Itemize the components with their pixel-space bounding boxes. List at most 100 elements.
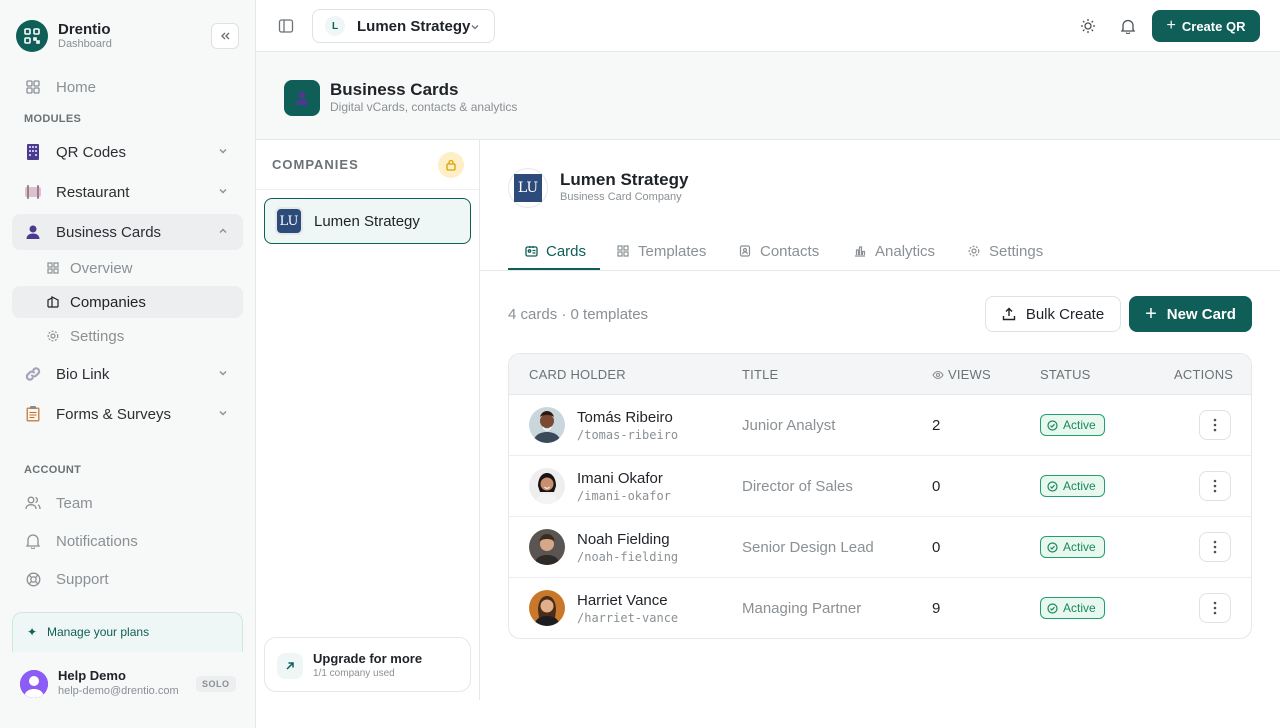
chevron-up-icon xyxy=(219,228,227,233)
card-holder-name[interactable]: Tomás Ribeiro xyxy=(577,409,673,426)
card-holder-slug: /tomas-ribeiro xyxy=(577,428,679,442)
card-title: Managing Partner xyxy=(742,600,862,617)
companies-label: COMPANIES xyxy=(272,157,359,172)
lifebuoy-icon xyxy=(24,570,42,588)
sidebar-item-forms-surveys[interactable]: Forms & Surveys xyxy=(12,396,243,432)
sidebar-subitem-settings[interactable]: Settings xyxy=(12,320,243,352)
modules-section-label: MODULES xyxy=(24,113,82,125)
card-holder-slug: /harriet-vance xyxy=(577,611,679,625)
company-title: Lumen Strategy xyxy=(560,170,689,189)
tab-cards[interactable]: Cards xyxy=(524,232,586,270)
status-badge: Active xyxy=(1040,536,1105,558)
user-email: help-demo@drentio.com xyxy=(58,685,179,697)
table-row[interactable]: Noah Fielding /noah-fielding Senior Desi… xyxy=(509,517,1251,578)
sun-icon[interactable] xyxy=(1080,18,1096,34)
chevron-down-icon xyxy=(219,189,227,194)
contacts-icon xyxy=(738,244,752,258)
grid-icon xyxy=(616,244,630,258)
account-section-label: ACCOUNT xyxy=(24,464,82,476)
company-item-lumen-strategy[interactable]: LU Lumen Strategy xyxy=(264,198,471,244)
bulk-create-label: Bulk Create xyxy=(1025,305,1105,323)
avatar xyxy=(529,590,565,626)
sidebar-item-bio-link[interactable]: Bio Link xyxy=(12,356,243,392)
page-title: Business Cards xyxy=(330,80,459,99)
sidebar-item-home[interactable]: Home xyxy=(12,69,243,105)
card-holder-name[interactable]: Noah Fielding xyxy=(577,531,670,548)
sidebar-item-notifications[interactable]: Notifications xyxy=(12,523,243,559)
sidebar-item-support[interactable]: Support xyxy=(12,561,243,597)
eye-icon xyxy=(932,370,944,379)
lock-icon[interactable] xyxy=(438,152,464,178)
sidebar-item-label: QR Codes xyxy=(56,143,127,161)
tab-label: Contacts xyxy=(760,242,820,260)
sidebar-item-business-cards[interactable]: Business Cards xyxy=(12,214,243,250)
bell-icon xyxy=(24,532,42,550)
user-name: Help Demo xyxy=(58,668,126,683)
card-holder-name[interactable]: Harriet Vance xyxy=(577,592,668,609)
chevron-down-icon xyxy=(219,411,227,416)
plan-badge: SOLO xyxy=(196,676,236,692)
sidebar-item-qr-codes[interactable]: QR Codes xyxy=(12,134,243,170)
new-card-button[interactable]: + New Card xyxy=(1129,296,1252,332)
company-icon xyxy=(46,295,60,309)
grid-icon xyxy=(24,78,42,96)
chevron-down-icon xyxy=(471,25,479,30)
sidebar-item-restaurant[interactable]: Restaurant xyxy=(12,174,243,210)
manage-plans-card[interactable]: ✦ Manage your plans xyxy=(12,612,243,652)
card-title: Junior Analyst xyxy=(742,417,836,434)
user-profile[interactable]: Help Demo help-demo@drentio.com SOLO xyxy=(0,652,255,728)
status-label: Active xyxy=(1063,601,1096,615)
status-badge: Active xyxy=(1040,414,1105,436)
tab-contacts[interactable]: Contacts xyxy=(738,232,819,270)
card-views: 2 xyxy=(932,417,941,434)
row-actions-button[interactable] xyxy=(1199,410,1231,440)
card-holder-name[interactable]: Imani Okafor xyxy=(577,470,663,487)
sidebar-item-label: Restaurant xyxy=(56,183,130,201)
check-circle-icon xyxy=(1047,480,1058,492)
status-label: Active xyxy=(1063,540,1096,554)
top-bar: L Lumen Strategy + Create QR xyxy=(256,0,1280,52)
sidebar-subitem-overview[interactable]: Overview xyxy=(12,252,243,284)
status-badge: Active xyxy=(1040,597,1105,619)
sidebar-item-label: Support xyxy=(56,570,109,588)
table-row[interactable]: Imani Okafor /imani-okafor Director of S… xyxy=(509,456,1251,517)
table-row[interactable]: Tomás Ribeiro /tomas-ribeiro Junior Anal… xyxy=(509,395,1251,456)
card-holder-slug: /noah-fielding xyxy=(577,550,679,564)
gear-icon xyxy=(46,329,60,343)
row-actions-button[interactable] xyxy=(1199,532,1231,562)
page-subtitle: Digital vCards, contacts & analytics xyxy=(330,100,518,114)
cards-table: CARD HOLDER TITLE VIEWS STATUS ACTIONS T… xyxy=(508,353,1252,639)
tab-settings[interactable]: Settings xyxy=(967,232,1043,270)
brand[interactable]: Drentio Dashboard xyxy=(16,20,112,52)
sidebar-subitem-label: Settings xyxy=(70,327,125,345)
company-initials: LU xyxy=(514,174,542,202)
grid-icon xyxy=(46,261,60,275)
bell-icon[interactable] xyxy=(1120,18,1136,34)
row-actions-button[interactable] xyxy=(1199,471,1231,501)
create-qr-button[interactable]: + Create QR xyxy=(1152,10,1260,42)
workspace-selector[interactable]: L Lumen Strategy xyxy=(312,9,495,43)
collapse-sidebar-button[interactable] xyxy=(211,23,239,49)
company-name: Lumen Strategy xyxy=(314,212,420,230)
column-header-views: VIEWS xyxy=(932,367,991,382)
arrow-up-right-icon xyxy=(277,653,303,679)
sidebar-item-label: Business Cards xyxy=(56,223,162,241)
plus-icon: + xyxy=(1145,303,1157,325)
sparkle-icon: ✦ xyxy=(27,625,38,639)
panel-toggle-icon[interactable] xyxy=(278,18,294,34)
check-circle-icon xyxy=(1047,602,1058,614)
avatar xyxy=(529,529,565,565)
users-icon xyxy=(24,494,42,512)
sidebar-subitem-companies[interactable]: Companies xyxy=(12,286,243,318)
workspace-name: Lumen Strategy xyxy=(357,17,471,35)
table-row[interactable]: Harriet Vance /harriet-vance Managing Pa… xyxy=(509,578,1251,638)
tab-analytics[interactable]: Analytics xyxy=(853,232,935,270)
app-root: Drentio Dashboard Home MODULES QR Codes … xyxy=(0,0,1280,728)
company-type: Business Card Company xyxy=(560,191,682,203)
tab-templates[interactable]: Templates xyxy=(616,232,706,270)
upgrade-card[interactable]: Upgrade for more 1/1 company used xyxy=(264,637,471,692)
bulk-create-button[interactable]: Bulk Create xyxy=(985,296,1121,332)
sidebar-item-team[interactable]: Team xyxy=(12,485,243,521)
row-actions-button[interactable] xyxy=(1199,593,1231,623)
sidebar-item-label: Notifications xyxy=(56,532,138,550)
